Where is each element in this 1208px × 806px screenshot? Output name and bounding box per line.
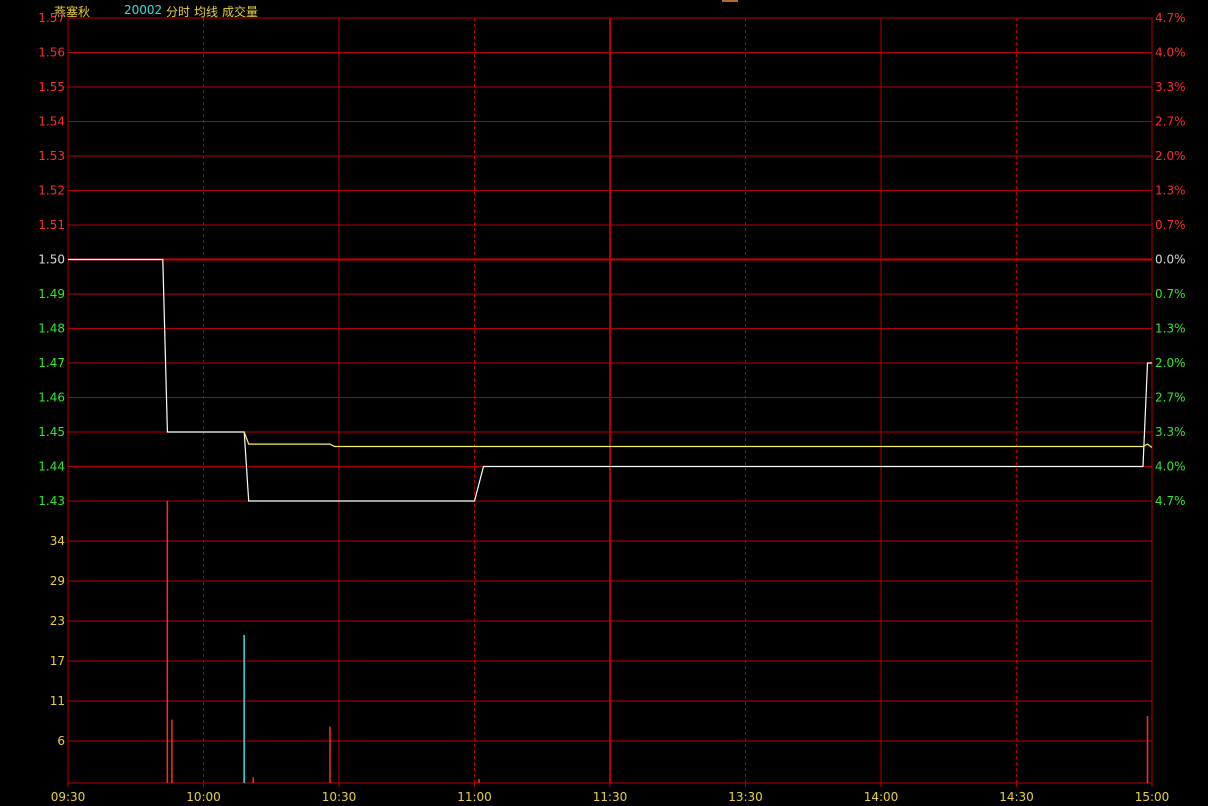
- pct-tick-label: 4.0%: [1155, 46, 1186, 60]
- volume-tick-label: 11: [50, 694, 65, 708]
- price-tick-label: 1.49: [38, 287, 65, 301]
- price-tick-label: 1.51: [38, 218, 65, 232]
- price-tick-label: 1.46: [38, 391, 65, 405]
- pct-tick-label: 0.7%: [1155, 287, 1186, 301]
- time-tick-label: 11:30: [593, 790, 628, 804]
- pct-tick-label: 1.3%: [1155, 322, 1186, 336]
- time-tick-label: 14:30: [999, 790, 1034, 804]
- intraday-chart[interactable]: 1.57 4.7% 1.56 4.0% 1.55 3.3% 1.54 2.7% 1.53 2.0%…: [0, 0, 1208, 806]
- time-tick-label: 10:00: [186, 790, 221, 804]
- pct-tick-label: 4.0%: [1155, 460, 1186, 474]
- pct-tick-label: 4.7%: [1155, 11, 1186, 25]
- price-tick-label: 1.55: [38, 80, 65, 94]
- price-tick-label: 1.47: [38, 356, 65, 370]
- price-tick-label: 1.50: [38, 253, 65, 267]
- time-tick-label: 14:00: [864, 790, 899, 804]
- time-tick-label: 13:30: [728, 790, 763, 804]
- avg-line: [243, 431, 1153, 448]
- time-tick-label: 15:00: [1135, 790, 1170, 804]
- price-tick-label: 1.53: [38, 149, 65, 163]
- pct-tick-label: 0.7%: [1155, 218, 1186, 232]
- pct-tick-label: 1.3%: [1155, 184, 1186, 198]
- pct-tick-label: 3.3%: [1155, 425, 1186, 439]
- volume-tick-label: 29: [50, 574, 65, 588]
- time-tick-label: 11:00: [457, 790, 492, 804]
- time-tick-label: 10:30: [322, 790, 357, 804]
- pct-tick-label: 4.7%: [1155, 494, 1186, 508]
- price-tick-label: 1.54: [38, 115, 65, 129]
- pct-tick-label: 2.0%: [1155, 149, 1186, 163]
- price-tick-label: 1.45: [38, 425, 65, 439]
- volume-tick-label: 17: [50, 654, 65, 668]
- time-tick-label: 09:30: [51, 790, 86, 804]
- price-tick-label: 1.57: [38, 11, 65, 25]
- pct-tick-label: 3.3%: [1155, 80, 1186, 94]
- price-tick-label: 1.43: [38, 494, 65, 508]
- volume-tick-label: 34: [50, 534, 65, 548]
- pct-tick-label: 2.0%: [1155, 356, 1186, 370]
- price-tick-label: 1.56: [38, 46, 65, 60]
- price-tick-label: 1.52: [38, 184, 65, 198]
- pct-tick-label: 2.7%: [1155, 391, 1186, 405]
- price-tick-label: 1.44: [38, 460, 65, 474]
- pct-tick-label: 0.0%: [1155, 253, 1186, 267]
- top-marker: [722, 0, 738, 2]
- volume-tick-label: 23: [50, 614, 65, 628]
- pct-tick-label: 2.7%: [1155, 115, 1186, 129]
- volume-tick-label: 6: [57, 734, 65, 748]
- price-tick-label: 1.48: [38, 322, 65, 336]
